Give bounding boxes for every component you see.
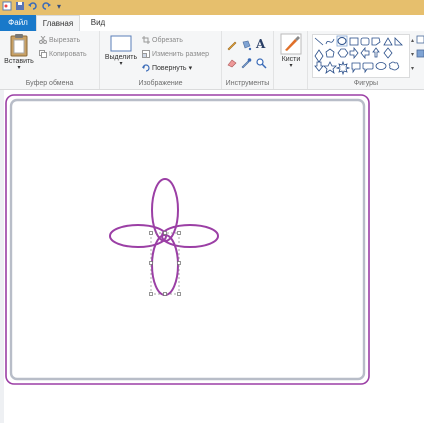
shapes-group: ▴ ▾ ▾ Фигуры bbox=[308, 31, 424, 89]
outline-icon bbox=[416, 35, 424, 58]
four-point-star-shape-icon bbox=[383, 47, 393, 59]
six-point-star-shape-icon bbox=[335, 60, 351, 76]
triangle-shape-icon bbox=[383, 37, 393, 46]
ribbon: Вставить ▾ Вырезать Копировать Буфер обм… bbox=[0, 31, 424, 90]
selection-rectangle-icon bbox=[110, 35, 132, 52]
scissors-icon bbox=[39, 36, 47, 44]
title-bar: ▾ bbox=[0, 0, 424, 15]
selection-handle bbox=[149, 261, 153, 265]
cloud-callout-shape-icon bbox=[388, 61, 400, 71]
cut-label: Вырезать bbox=[49, 36, 81, 44]
left-arrow-shape-icon bbox=[360, 46, 370, 60]
outline-fill-partial[interactable] bbox=[416, 34, 424, 76]
select-chevron-icon: ▾ bbox=[119, 61, 123, 67]
brushes-button[interactable]: Кисти ▾ bbox=[276, 33, 306, 69]
tab-home[interactable]: Главная bbox=[36, 15, 80, 31]
pencil-icon[interactable] bbox=[226, 39, 238, 51]
magnifier-icon[interactable] bbox=[255, 57, 267, 69]
right-arrow-shape-icon bbox=[349, 46, 359, 60]
outer-frame-shape bbox=[5, 94, 370, 385]
rotate-icon bbox=[142, 64, 150, 72]
five-point-star-shape-icon bbox=[323, 61, 337, 74]
resize-label: Изменить размер bbox=[152, 50, 210, 58]
tab-file[interactable]: Файл bbox=[0, 15, 36, 31]
selection-handle bbox=[177, 231, 181, 235]
tools-group-label: Инструменты bbox=[225, 80, 270, 87]
rotate-button[interactable]: Повернуть ▾ bbox=[142, 64, 192, 72]
copy-button[interactable]: Копировать bbox=[39, 50, 87, 58]
shapes-gallery bbox=[312, 34, 410, 78]
rotate-chevron-icon: ▾ bbox=[188, 65, 193, 72]
quick-access-toolbar: ▾ bbox=[2, 1, 64, 12]
line-shape-icon bbox=[314, 37, 324, 46]
select-label: Выделить bbox=[104, 54, 138, 61]
crop-button[interactable]: Обрезать bbox=[142, 36, 183, 44]
rect-callout-shape-icon bbox=[351, 62, 361, 74]
paint-app-icon[interactable] bbox=[2, 1, 12, 12]
curve-shape-icon bbox=[325, 38, 335, 45]
crop-icon bbox=[142, 36, 150, 44]
tab-view[interactable]: Вид bbox=[84, 15, 112, 31]
diamond-shape-icon bbox=[314, 49, 324, 63]
copy-icon bbox=[39, 50, 47, 58]
brush-icon bbox=[280, 33, 302, 55]
image-group-label: Изображение bbox=[138, 80, 183, 87]
bottom-petal-ellipse bbox=[151, 234, 179, 296]
rounded-callout-shape-icon bbox=[362, 62, 374, 74]
clipboard-group-label: Буфер обмена bbox=[25, 80, 74, 87]
copy-label: Копировать bbox=[49, 50, 87, 58]
selection-handle bbox=[177, 292, 181, 296]
select-button[interactable]: Выделить ▾ bbox=[103, 33, 139, 67]
selection-handle bbox=[163, 231, 167, 235]
redo-icon[interactable] bbox=[41, 1, 51, 12]
resize-icon bbox=[142, 50, 150, 58]
rotate-label: Повернуть bbox=[152, 64, 187, 72]
drawing-canvas[interactable] bbox=[0, 90, 424, 423]
crop-label: Обрезать bbox=[152, 36, 183, 44]
text-tool-icon[interactable]: A bbox=[256, 37, 265, 51]
cut-button[interactable]: Вырезать bbox=[39, 36, 80, 44]
paste-label: Вставить bbox=[4, 58, 34, 65]
customize-qat-chevron-icon[interactable]: ▾ bbox=[54, 1, 64, 12]
selection-handle bbox=[163, 292, 167, 296]
oval-callout-shape-icon bbox=[375, 62, 387, 70]
tools-group: A Инструменты bbox=[222, 31, 274, 89]
rectangle-shape-icon bbox=[349, 37, 359, 46]
clipboard-icon bbox=[10, 34, 28, 57]
undo-icon[interactable] bbox=[28, 1, 38, 12]
save-icon[interactable] bbox=[15, 1, 25, 12]
up-arrow-shape-icon bbox=[372, 47, 380, 58]
brushes-label: Кисти bbox=[281, 56, 301, 63]
shapes-group-label: Фигуры bbox=[353, 80, 379, 87]
right-petal-ellipse bbox=[161, 224, 219, 248]
selection-handle bbox=[149, 292, 153, 296]
fill-bucket-icon[interactable] bbox=[240, 39, 252, 51]
shapes-gallery-icons bbox=[314, 35, 403, 76]
brushes-chevron-icon: ▾ bbox=[289, 63, 293, 69]
ribbon-tabs: Файл Главная Вид bbox=[0, 15, 424, 32]
selection-handle bbox=[177, 261, 181, 265]
paste-chevron-icon: ▾ bbox=[17, 65, 21, 71]
paste-button[interactable]: Вставить ▾ bbox=[3, 33, 35, 71]
color-picker-icon[interactable] bbox=[240, 57, 252, 69]
eraser-icon[interactable] bbox=[226, 57, 238, 69]
right-triangle-shape-icon bbox=[394, 37, 403, 46]
oval-shape-icon bbox=[337, 37, 347, 45]
polygon-shape-icon bbox=[371, 37, 381, 46]
brushes-group: Кисти ▾ bbox=[274, 31, 308, 89]
image-group: Выделить ▾ Обрезать Изменить размер Пове… bbox=[100, 31, 222, 89]
clipboard-group: Вставить ▾ Вырезать Копировать Буфер обм… bbox=[0, 31, 100, 89]
flower-drawing bbox=[109, 178, 219, 296]
shapes-scroll[interactable]: ▴ ▾ ▾ bbox=[409, 34, 416, 76]
rounded-rectangle-shape-icon bbox=[360, 37, 370, 46]
hexagon-shape-icon bbox=[337, 48, 349, 58]
down-arrow-shape-icon bbox=[314, 61, 324, 72]
resize-button[interactable]: Изменить размер bbox=[142, 50, 209, 58]
pentagon-shape-icon bbox=[325, 48, 335, 58]
selection-handle bbox=[149, 231, 153, 235]
inner-frame-shape bbox=[9, 98, 366, 381]
